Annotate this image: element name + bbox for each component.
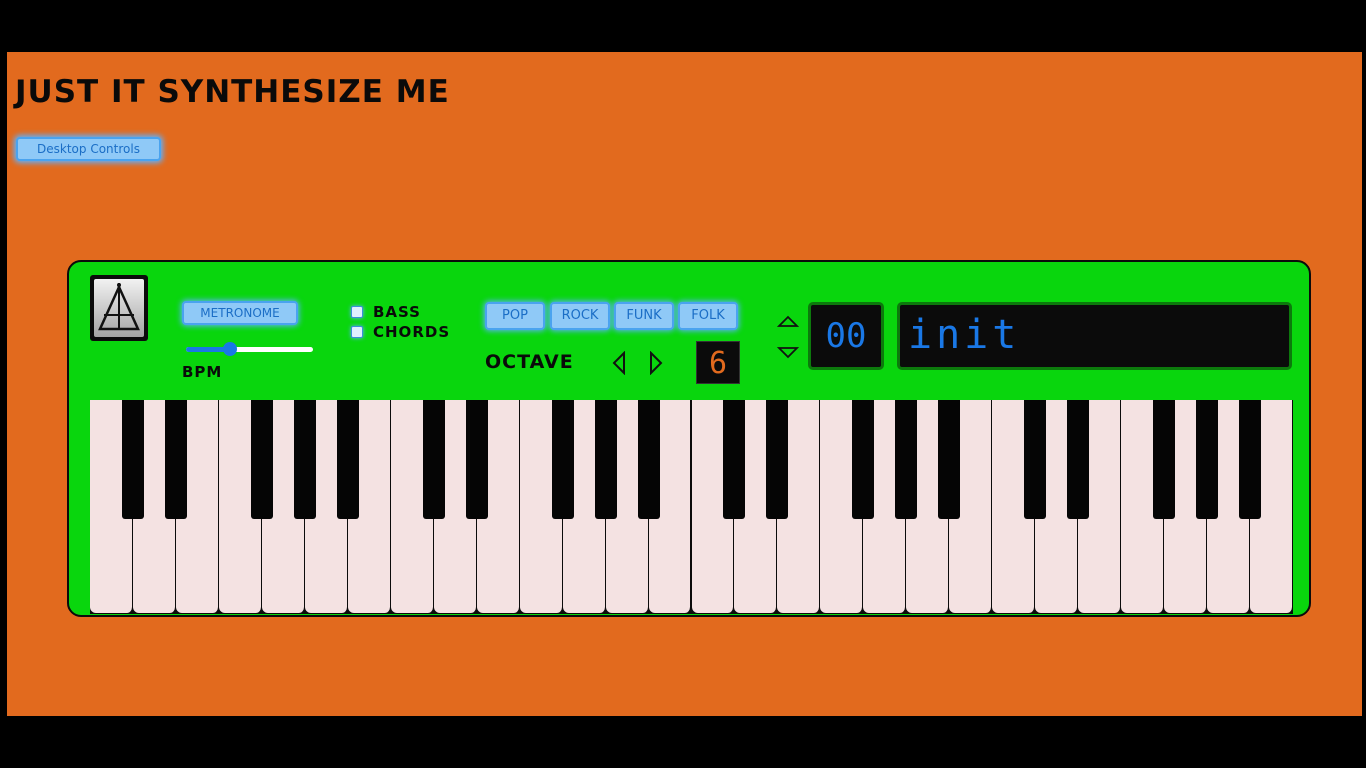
style-folk-button[interactable]: FOLK [678, 302, 738, 330]
metronome-button[interactable]: METRONOME [182, 301, 298, 325]
patch-name-display: init [897, 302, 1292, 370]
black-key-a-sharp[interactable] [1239, 400, 1262, 519]
triangle-left-icon[interactable] [611, 351, 627, 375]
patch-number-display: 00 [808, 302, 884, 370]
black-key-d-sharp[interactable] [766, 400, 789, 519]
octave-display: 6 [696, 341, 740, 384]
style-pop-button[interactable]: POP [485, 302, 545, 330]
chords-label: CHORDS [373, 323, 451, 341]
black-key-a-sharp[interactable] [637, 400, 660, 519]
piano-keyboard [90, 400, 1293, 614]
desktop-controls-button[interactable]: Desktop Controls [16, 137, 161, 161]
bass-checkbox[interactable] [351, 306, 363, 318]
black-key-f-sharp[interactable] [852, 400, 875, 519]
octave-label: OCTAVE [485, 351, 574, 373]
black-key-c-sharp[interactable] [723, 400, 746, 519]
synthesizer-panel: METRONOME BPM BASS CHORDS POP ROCK FUNK … [67, 260, 1311, 617]
black-key-c-sharp[interactable] [121, 400, 144, 519]
page-title: JUST IT SYNTHESIZE ME [15, 74, 450, 110]
black-key-c-sharp[interactable] [1024, 400, 1047, 519]
black-key-a-sharp[interactable] [336, 400, 359, 519]
black-key-d-sharp[interactable] [465, 400, 488, 519]
triangle-down-icon[interactable] [777, 346, 799, 360]
black-key-d-sharp[interactable] [164, 400, 187, 519]
bpm-label: BPM [182, 363, 223, 381]
black-key-f-sharp[interactable] [250, 400, 273, 519]
metronome-icon[interactable] [90, 275, 148, 341]
triangle-up-icon[interactable] [777, 314, 799, 328]
black-key-g-sharp[interactable] [293, 400, 316, 519]
chords-checkbox[interactable] [351, 326, 363, 338]
style-funk-button[interactable]: FUNK [614, 302, 674, 330]
black-key-g-sharp[interactable] [594, 400, 617, 519]
triangle-right-icon[interactable] [648, 351, 664, 375]
black-key-d-sharp[interactable] [1067, 400, 1090, 519]
bpm-slider-thumb[interactable] [223, 342, 238, 356]
black-key-g-sharp[interactable] [1196, 400, 1219, 519]
black-key-c-sharp[interactable] [422, 400, 445, 519]
style-rock-button[interactable]: ROCK [550, 302, 610, 330]
black-key-f-sharp[interactable] [1153, 400, 1176, 519]
black-key-g-sharp[interactable] [895, 400, 918, 519]
bass-label: BASS [373, 303, 421, 321]
black-key-a-sharp[interactable] [938, 400, 961, 519]
black-key-f-sharp[interactable] [551, 400, 574, 519]
bpm-slider[interactable] [186, 347, 313, 352]
